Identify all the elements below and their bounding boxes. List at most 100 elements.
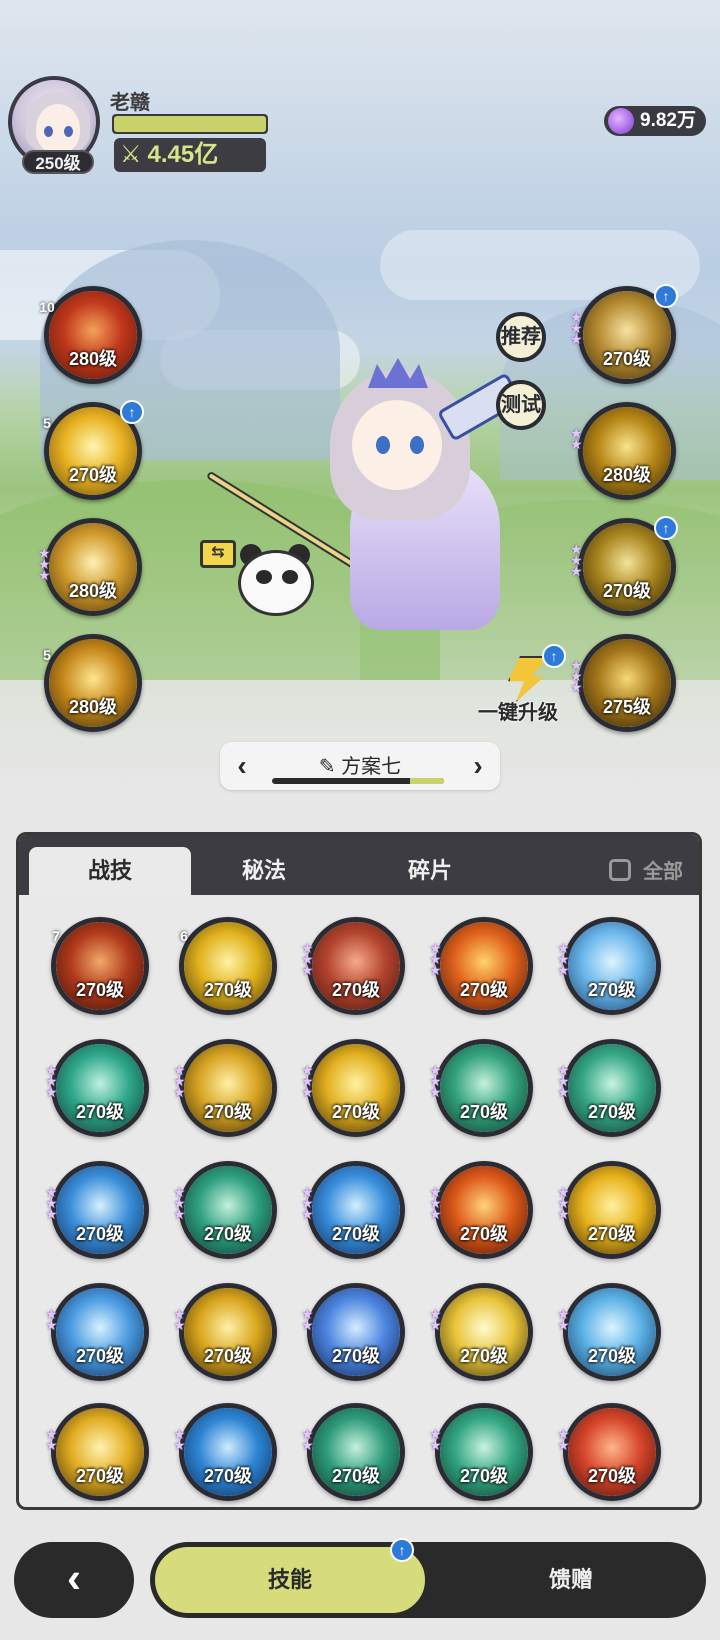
nav-gift-tab[interactable]: 馈赠 <box>436 1542 706 1618</box>
pet-panda[interactable] <box>232 530 322 620</box>
star-icon: ★ <box>570 563 583 579</box>
player-avatar[interactable]: 250级 <box>8 76 104 174</box>
currency-display[interactable]: 9.82万 <box>604 106 706 136</box>
skill-level-label: 280级 <box>68 581 118 601</box>
player-level-badge: 250级 <box>22 150 94 174</box>
skill-icon[interactable]: 270级 <box>563 1283 661 1381</box>
star-rating: ★ ★ ★ <box>301 1063 317 1099</box>
skill-icon[interactable]: 270级 <box>563 917 661 1015</box>
star-rating: ★ ★ ★ <box>45 1063 61 1099</box>
star-icon: ★ <box>557 1317 570 1333</box>
skill-icon[interactable]: 270级 <box>307 1403 405 1501</box>
star-rating: ★ ★ <box>429 1307 445 1332</box>
skill-icon[interactable]: 270级 <box>51 1283 149 1381</box>
skill-level-label: 270级 <box>331 1466 381 1486</box>
star-rating: ★ ★ ★ <box>429 941 445 978</box>
skill-icon[interactable]: 270级 <box>563 1039 661 1137</box>
back-button[interactable]: ‹ <box>14 1542 134 1618</box>
star-rating: ★ ★ <box>557 1427 573 1453</box>
skill-level-label: 270级 <box>68 465 118 485</box>
skill-icon[interactable]: 270级 <box>179 1039 277 1137</box>
skill-icon[interactable]: 270级 <box>51 1039 149 1137</box>
skill-icon[interactable]: 270级 <box>307 917 405 1015</box>
star-icon: ★ <box>429 962 442 978</box>
star-icon: ★ <box>570 436 583 452</box>
tab-secret-arts[interactable]: 秘法 <box>199 847 329 895</box>
plan-progress-fill <box>409 778 444 784</box>
star-rating: ★ ★ ★ <box>301 1185 317 1221</box>
skill-icon[interactable]: 270级 <box>179 1403 277 1501</box>
skill-level-label: 270级 <box>203 1466 253 1486</box>
star-icon: ★ <box>45 1206 58 1222</box>
combat-power-value: 4.45亿 <box>147 141 219 168</box>
star-icon: ★ <box>557 962 570 978</box>
test-button[interactable]: 测试 <box>496 380 546 430</box>
skill-level-label: 270级 <box>331 980 381 1000</box>
character-crown <box>368 358 428 388</box>
skill-level-label: 270级 <box>587 1346 637 1366</box>
nav-skill-tab[interactable]: 技能 <box>152 1544 428 1616</box>
swap-pet-icon[interactable]: ⇆ <box>200 540 236 568</box>
star-rating: ★ ★ <box>570 426 586 452</box>
skill-icon[interactable]: 280级 <box>578 402 676 500</box>
skill-icon[interactable]: 275级 <box>578 634 676 732</box>
player-xp-bar <box>112 114 268 134</box>
player-name: 老赣 <box>110 92 150 114</box>
star-rating: ★ ★ <box>173 1307 189 1332</box>
skill-icon[interactable]: 270级 <box>307 1283 405 1381</box>
skill-tab-bar: 战技 秘法 碎片 全部 <box>19 835 699 895</box>
skill-icon[interactable]: 280级 <box>44 518 142 616</box>
skill-level-label: 270级 <box>459 1102 509 1122</box>
skill-icon[interactable]: 270级 <box>307 1161 405 1259</box>
star-rating: ★ ★ <box>301 1307 317 1333</box>
skill-icon[interactable]: 270级 <box>435 1283 533 1381</box>
skill-level-label: 270级 <box>331 1224 381 1244</box>
skill-icon[interactable]: 270级 <box>51 1161 149 1259</box>
star-rating: ★ ★ ★ <box>570 542 586 579</box>
skill-icon[interactable]: 270级 <box>435 1161 533 1259</box>
purple-gem-icon <box>608 108 635 134</box>
upgrade-arrow-icon: ↑ <box>120 400 144 424</box>
star-rating: ★ ★ <box>45 1427 61 1453</box>
plan-title[interactable]: ✎ 方案七 <box>220 750 500 779</box>
star-rating: ★ ★ <box>301 1427 317 1452</box>
skill-level-label: 280级 <box>68 697 118 717</box>
tab-fragments[interactable]: 碎片 <box>365 847 495 895</box>
skill-icon[interactable]: 270级 <box>307 1039 405 1137</box>
skill-icon[interactable]: 270级 <box>435 1403 533 1501</box>
tab-combat-skills[interactable]: 战技 <box>29 847 191 895</box>
skill-icon[interactable]: 270级 <box>435 1039 533 1137</box>
chevron-right-icon[interactable]: › <box>466 750 490 782</box>
star-icon: ★ <box>45 1437 58 1453</box>
skill-icon[interactable]: 270级 <box>563 1161 661 1259</box>
star-rating: ★ ★ ★ <box>570 658 586 694</box>
select-all-toggle[interactable]: 全部 <box>609 855 683 884</box>
skill-icon[interactable]: 270级 <box>51 1403 149 1501</box>
upgrade-arrow-icon: ↑ <box>390 1538 414 1562</box>
skill-icon[interactable]: 270级 <box>179 1161 277 1259</box>
skill-icon[interactable]: 270级 <box>563 1403 661 1501</box>
skill-icon[interactable]: 270级 <box>179 1283 277 1381</box>
star-icon: ★ <box>429 1084 442 1100</box>
star-badge: 10 <box>34 294 60 320</box>
plan-name: 方案七 <box>341 756 402 778</box>
upgrade-arrow-icon: ↑ <box>542 644 566 668</box>
skill-level-label: 270级 <box>602 349 652 369</box>
skill-icon[interactable]: 270级 <box>435 917 533 1015</box>
star-icon: ★ <box>301 962 314 978</box>
recommend-button[interactable]: 推荐 <box>496 312 546 362</box>
checkbox-icon <box>609 858 631 881</box>
star-icon: ★ <box>301 1317 314 1333</box>
avatar-face <box>36 104 80 154</box>
skill-level-label: 270级 <box>331 1102 381 1122</box>
star-icon: ★ <box>173 1206 186 1222</box>
star-icon: ★ <box>45 1317 58 1333</box>
star-icon: ★ <box>557 1437 570 1453</box>
skill-level-label: 270级 <box>203 980 253 1000</box>
one-key-upgrade-button[interactable]: ↑ 一键升级 <box>478 644 568 724</box>
skill-level-label: 270级 <box>587 1224 637 1244</box>
star-icon: ★ <box>570 331 583 347</box>
avatar-eye <box>64 126 73 137</box>
skill-level-label: 270级 <box>203 1224 253 1244</box>
character-face <box>352 400 442 490</box>
